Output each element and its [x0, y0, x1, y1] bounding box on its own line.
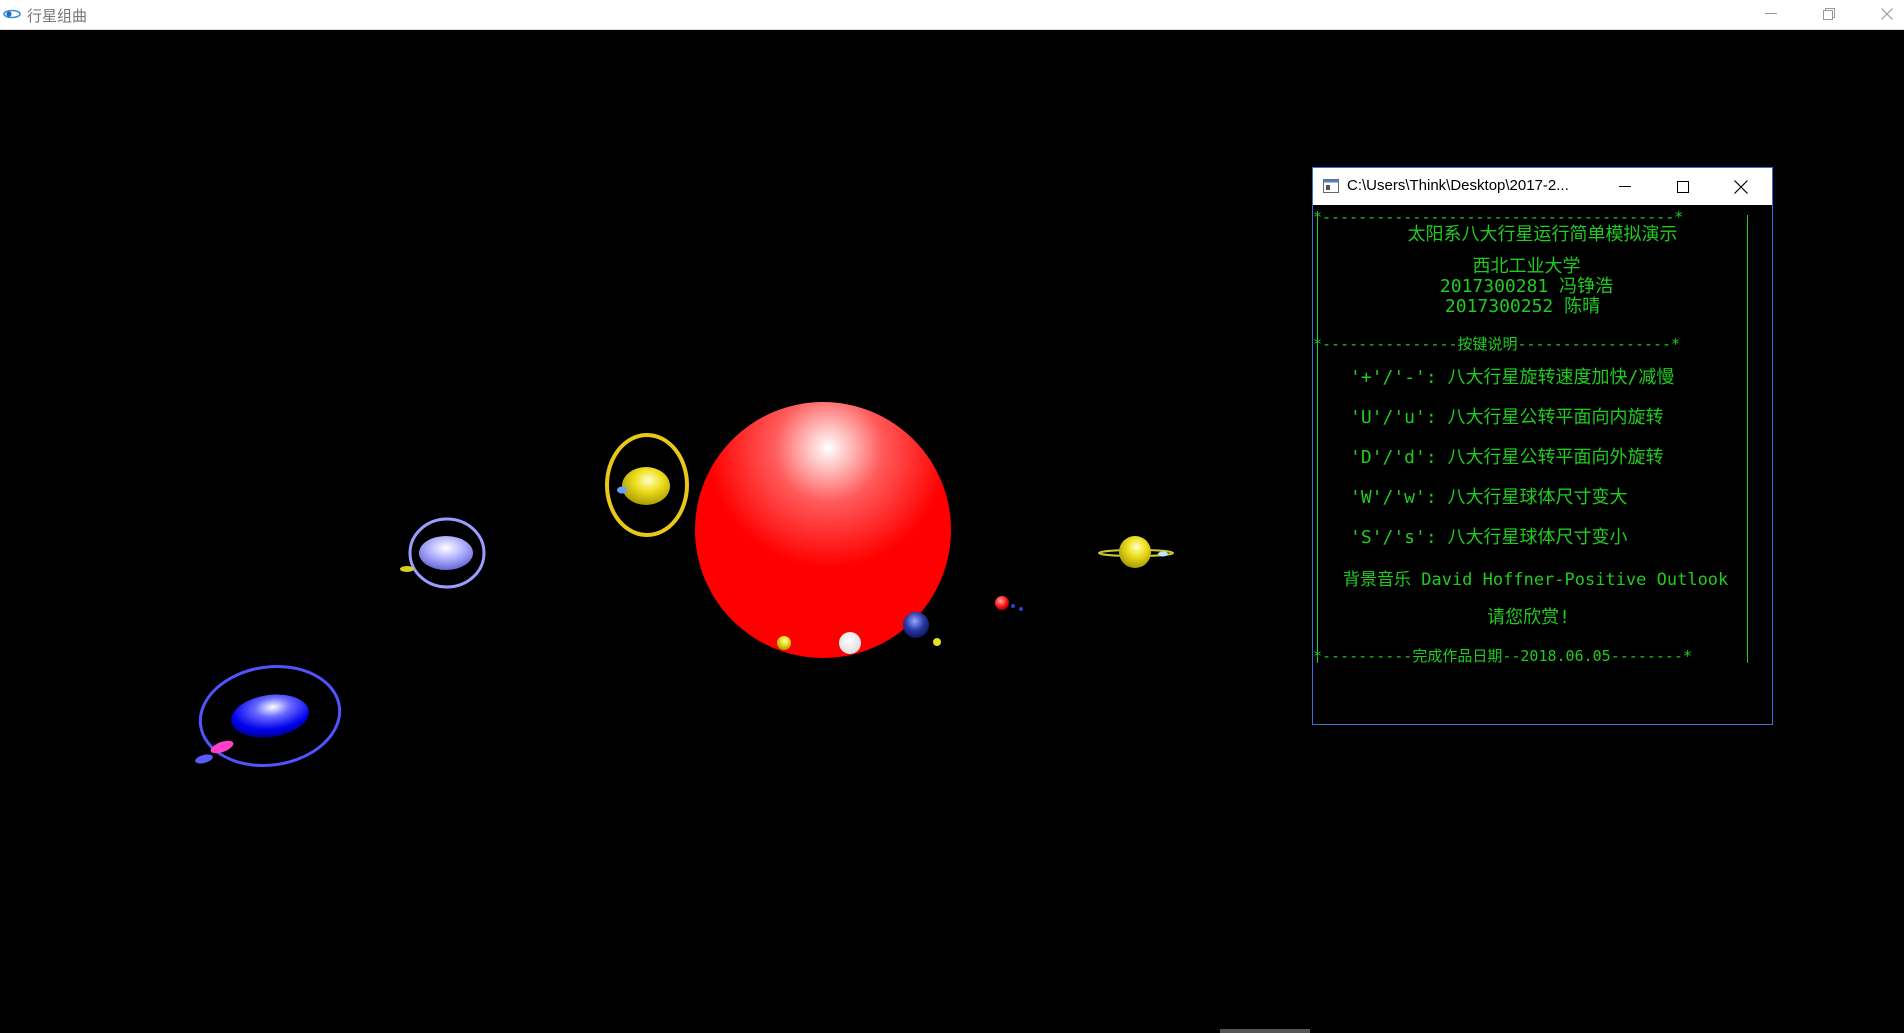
console-student-2: 2017300252 陈晴: [1444, 296, 1601, 317]
minimize-button[interactable]: [1748, 0, 1794, 28]
console-heading: 太阳系八大行星运行简单模拟演示: [1407, 224, 1678, 245]
planet-swoosh-icon: [3, 9, 21, 19]
planet-earth: [903, 612, 929, 638]
console-enjoy: 请您欣赏!: [1487, 607, 1570, 628]
console-student-1: 2017300281 冯铮浩: [1439, 276, 1614, 297]
console-footer: *----------完成作品日期--2018.06.05--------*: [1313, 648, 1692, 664]
planet-ringed-right: [1098, 536, 1174, 568]
minimize-icon: [1765, 13, 1777, 14]
console-key-line: 'D'/'d': 八大行星公转平面向外旋转: [1350, 447, 1664, 468]
restore-button[interactable]: [1806, 0, 1852, 28]
planet-neptune: [195, 665, 342, 767]
console-keys-header: *---------------按键说明-----------------*: [1313, 336, 1681, 352]
console-title: C:\Users\Think\Desktop\2017-2...: [1347, 177, 1569, 194]
title-bar: 行星组曲: [0, 0, 1904, 30]
close-icon: [1734, 179, 1748, 194]
mars-moon-1: [1011, 604, 1015, 608]
window-title: 行星组曲: [27, 7, 88, 25]
minimize-icon: [1619, 185, 1631, 187]
console-maximize-button[interactable]: [1654, 168, 1712, 205]
console-key-line: 'U'/'u': 八大行星公转平面向内旋转: [1350, 407, 1664, 428]
console-icon: [1323, 179, 1339, 193]
console-window[interactable]: C:\Users\Think\Desktop\2017-2... *------…: [1312, 167, 1773, 725]
main-window: 行星组曲 C:\Users\Think\Desktop\2017-2... *-…: [0, 0, 1904, 1033]
close-icon: [1881, 8, 1893, 20]
console-title-bar: C:\Users\Think\Desktop\2017-2...: [1313, 168, 1772, 205]
console-minimize-button[interactable]: [1596, 168, 1654, 205]
console-school: 西北工业大学: [1472, 256, 1581, 277]
console-key-line: '+'/'-': 八大行星旋转速度加快/减慢: [1350, 367, 1675, 388]
maximize-icon: [1677, 180, 1689, 193]
planet-uranus: [400, 517, 486, 589]
restore-icon: [1823, 8, 1835, 20]
console-key-line: 'W'/'w': 八大行星球体尺寸变大: [1350, 487, 1628, 508]
console-music: 背景音乐 David Hoffner-Positive Outlook: [1343, 570, 1729, 590]
console-close-button[interactable]: [1712, 168, 1770, 205]
earth-moon: [933, 638, 941, 646]
console-border-top: *---------------------------------------…: [1313, 209, 1684, 225]
planet-mars: [995, 596, 1009, 610]
taskbar-hint: [1220, 1029, 1310, 1033]
planet-mercury: [777, 636, 791, 650]
console-key-line: 'S'/'s': 八大行星球体尺寸变小: [1350, 527, 1628, 548]
console-body: *---------------------------------------…: [1313, 205, 1772, 724]
planet-saturn: [605, 433, 689, 537]
planet-venus: [839, 632, 861, 654]
mars-moon-2: [1019, 607, 1023, 611]
close-button[interactable]: [1864, 0, 1904, 28]
